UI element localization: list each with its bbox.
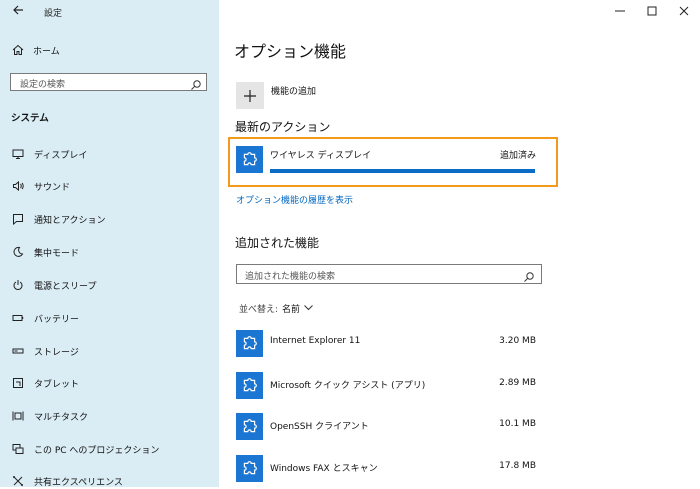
home-icon	[11, 43, 25, 57]
add-feature-label[interactable]: 機能の追加	[271, 84, 316, 97]
sidebar-section-title: システム	[11, 113, 49, 124]
back-arrow-icon[interactable]	[8, 3, 28, 21]
recent-actions-heading: 最新のアクション	[235, 120, 331, 134]
maximize-icon[interactable]	[636, 0, 668, 22]
sidebar-item-display[interactable]: ディスプレイ	[11, 146, 87, 162]
sidebar-item-sound[interactable]: サウンド	[11, 178, 70, 194]
sidebar-item-projection[interactable]: この PC へのプロジェクション	[11, 441, 159, 457]
puzzle-icon	[236, 455, 263, 482]
sidebar-item-storage[interactable]: ストレージ	[11, 343, 79, 359]
feature-item-ie11[interactable]: Internet Explorer 11 3.20 MB	[236, 330, 536, 358]
puzzle-icon	[236, 372, 263, 399]
sidebar-item-label: バッテリー	[34, 314, 80, 325]
sidebar-item-multitasking[interactable]: マルチタスク	[11, 408, 88, 424]
sidebar: 設定 ホーム 設定の検索 システム ディスプレイ サウンド 通知とアクション 集…	[0, 0, 219, 488]
sidebar-home-label: ホーム	[33, 46, 60, 57]
add-feature-button[interactable]	[236, 82, 264, 109]
sidebar-item-label: ストレージ	[34, 347, 79, 358]
minimize-icon[interactable]	[604, 0, 636, 22]
recent-action-item[interactable]: ワイヤレス ディスプレイ 追加済み	[236, 144, 545, 180]
sidebar-item-battery[interactable]: バッテリー	[11, 310, 79, 326]
window-title: 設定	[44, 9, 63, 19]
multitask-icon	[11, 409, 25, 423]
sidebar-item-label: タブレット	[34, 379, 80, 390]
feature-history-link[interactable]: オプション機能の履歴を表示	[236, 193, 353, 206]
sort-label: 並べ替え:	[239, 305, 279, 315]
feature-item-fax-scan[interactable]: Windows FAX とスキャン 17.8 MB	[236, 455, 536, 483]
sidebar-item-tablet[interactable]: タブレット	[11, 375, 79, 391]
monitor-icon	[11, 147, 25, 161]
shared-experience-icon	[11, 474, 25, 488]
feature-size: 3.20 MB	[499, 336, 536, 346]
feature-name: Microsoft クイック アシスト (アプリ)	[270, 381, 426, 391]
installed-features-search-placeholder: 追加された機能の検索	[245, 272, 336, 282]
sort-dropdown[interactable]: 並べ替え: 名前	[239, 302, 313, 315]
recent-action-name: ワイヤレス ディスプレイ	[270, 151, 371, 161]
search-icon[interactable]	[190, 76, 202, 90]
sidebar-item-label: 通知とアクション	[34, 215, 106, 226]
recent-action-status: 追加済み	[499, 151, 536, 161]
close-icon[interactable]	[668, 0, 700, 22]
projection-icon	[11, 442, 25, 456]
feature-name: Internet Explorer 11	[270, 336, 361, 346]
puzzle-icon	[236, 413, 263, 440]
sidebar-item-label: 集中モード	[34, 248, 80, 259]
puzzle-icon	[236, 146, 263, 173]
sidebar-item-label: サウンド	[34, 182, 71, 193]
page-title: オプション機能	[234, 42, 347, 61]
feature-size: 10.1 MB	[499, 419, 536, 429]
sidebar-item-label: ディスプレイ	[34, 150, 88, 161]
storage-icon	[11, 344, 25, 358]
installed-features-heading: 追加された機能	[235, 236, 320, 250]
feature-item-openssh[interactable]: OpenSSH クライアント 10.1 MB	[236, 413, 536, 441]
moon-icon	[11, 245, 25, 259]
sidebar-item-label: この PC へのプロジェクション	[34, 445, 160, 456]
feature-name: OpenSSH クライアント	[270, 422, 369, 432]
sidebar-item-notifications[interactable]: 通知とアクション	[11, 211, 106, 227]
battery-icon	[11, 311, 25, 325]
puzzle-icon	[236, 330, 263, 357]
sidebar-item-power[interactable]: 電源とスリープ	[11, 277, 96, 293]
sidebar-item-label: 電源とスリープ	[34, 281, 97, 292]
speaker-icon	[11, 179, 25, 193]
progress-fill	[270, 169, 535, 173]
feature-name: Windows FAX とスキャン	[270, 464, 378, 474]
sidebar-item-focus[interactable]: 集中モード	[11, 244, 79, 260]
sidebar-item-label: 共有エクスペリエンス	[34, 477, 123, 488]
power-icon	[11, 278, 25, 292]
notification-icon	[11, 212, 25, 226]
installed-features-search-input[interactable]: 追加された機能の検索	[236, 264, 542, 284]
sort-value: 名前	[282, 305, 301, 315]
tablet-icon	[11, 376, 25, 390]
feature-item-quick-assist[interactable]: Microsoft クイック アシスト (アプリ) 2.89 MB	[236, 372, 536, 400]
settings-search-placeholder: 設定の検索	[20, 80, 66, 90]
chevron-down-icon	[304, 304, 313, 314]
plus-icon	[244, 89, 256, 102]
settings-search-input[interactable]: 設定の検索	[10, 73, 207, 91]
sidebar-item-label: マルチタスク	[34, 412, 89, 423]
feature-size: 2.89 MB	[499, 378, 536, 388]
feature-size: 17.8 MB	[499, 461, 536, 471]
search-icon[interactable]	[523, 268, 535, 282]
recent-action-progress-bar	[270, 169, 535, 173]
sidebar-home[interactable]: ホーム	[11, 42, 60, 58]
